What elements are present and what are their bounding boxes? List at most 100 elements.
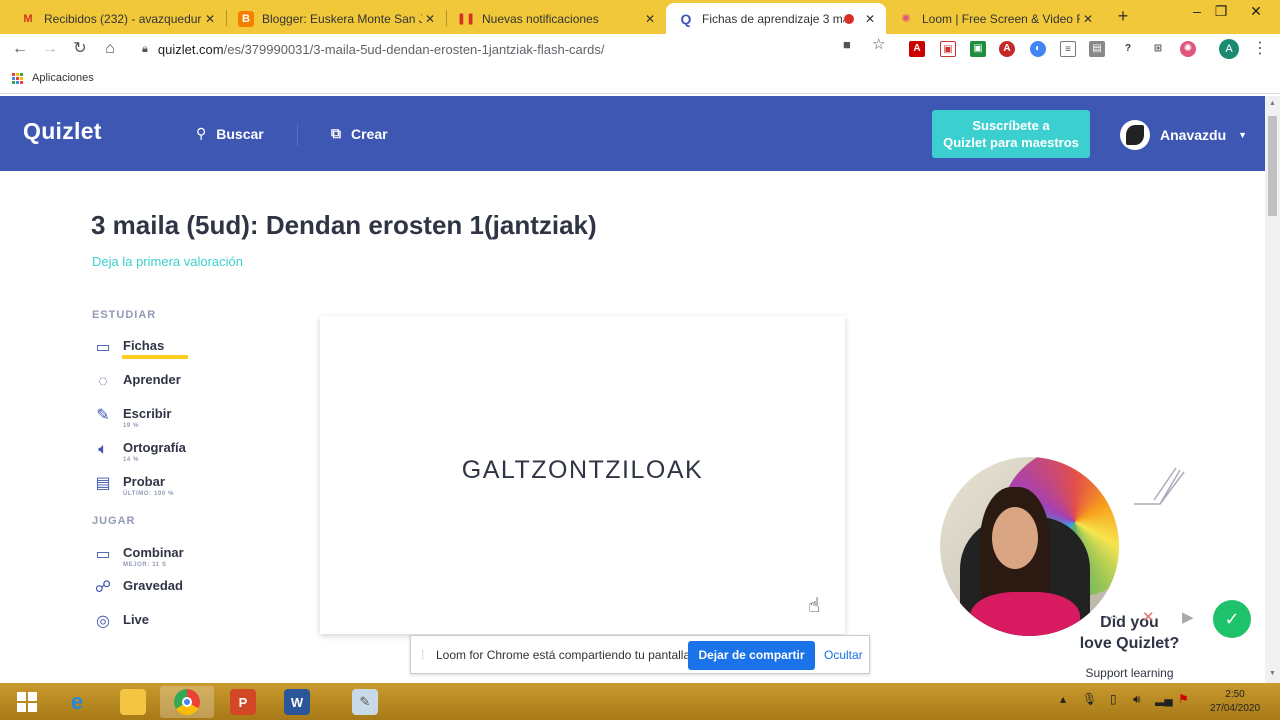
- page-scrollbar[interactable]: ▲ ▼: [1265, 96, 1280, 683]
- powerpoint-icon: P: [230, 689, 256, 715]
- reload-icon[interactable]: ↻: [69, 38, 91, 60]
- create-label: Crear: [351, 125, 388, 142]
- maximize-icon[interactable]: ❐: [1205, 0, 1237, 34]
- close-icon[interactable]: ✕: [1080, 12, 1096, 26]
- loom-finish-icon[interactable]: ✓: [1213, 600, 1251, 638]
- paint-icon: ✎: [352, 689, 378, 715]
- address-bar[interactable]: 🔒︎ quizlet.com/es/379990031/3-maila-5ud-…: [134, 36, 897, 62]
- reader-extension-icon[interactable]: ≡: [1060, 41, 1076, 57]
- write-icon: ✎: [96, 407, 110, 424]
- mode-live[interactable]: ◎ Live: [92, 612, 149, 632]
- close-icon[interactable]: ✕: [642, 12, 658, 26]
- search-label: Buscar: [216, 125, 264, 142]
- volume-icon[interactable]: 🔊︎: [1133, 692, 1141, 707]
- recording-icon: [844, 13, 854, 24]
- tab-title: Loom | Free Screen & Video Rec: [922, 11, 1080, 26]
- tab-title: Fichas de aprendizaje 3 ma: [702, 11, 844, 26]
- subscribe-teachers-button[interactable]: Suscríbete a Quizlet para maestros: [932, 110, 1090, 158]
- security-alert-icon[interactable]: ⚑: [1178, 692, 1189, 706]
- windows-icon: [17, 692, 37, 712]
- active-mode-underline: [122, 355, 188, 359]
- loom-pause-icon[interactable]: ▶: [1182, 608, 1194, 626]
- bookmarks-bar: Aplicaciones: [0, 64, 1280, 94]
- new-tab-icon[interactable]: +: [1112, 6, 1134, 28]
- loom-extension-icon[interactable]: ✺: [1180, 41, 1196, 57]
- taskbar-paint[interactable]: ✎: [338, 686, 392, 718]
- system-clock[interactable]: 2:50 27/04/2020: [1200, 688, 1270, 716]
- mode-test[interactable]: ▤ Probar ÚLTIMO: 100 %: [92, 474, 174, 498]
- avatar: [1120, 120, 1150, 150]
- taskbar-word[interactable]: W: [270, 686, 324, 718]
- tab-title: Recibidos (232) - avazquedur@: [44, 11, 202, 26]
- taskbar-explorer[interactable]: [106, 686, 160, 718]
- mode-gravity[interactable]: ☍ Gravedad: [92, 578, 183, 598]
- hide-button[interactable]: Ocultar: [824, 648, 863, 662]
- screen-share-bar: ⁞ Loom for Chrome está compartiendo tu p…: [410, 635, 870, 674]
- quizlet-logo[interactable]: Quizlet: [23, 118, 102, 145]
- flashcards-icon: ▭: [95, 339, 111, 356]
- tab-blogger[interactable]: B Blogger: Euskera Monte San Juli ✕: [226, 3, 446, 34]
- camera-icon[interactable]: ■: [843, 37, 851, 52]
- close-icon[interactable]: ✕: [862, 12, 878, 26]
- profile-avatar[interactable]: A: [1219, 39, 1239, 59]
- screenshot-extension-icon[interactable]: ▤: [1089, 41, 1105, 57]
- lock-icon: 🔒︎: [142, 42, 148, 55]
- grid-extension-icon[interactable]: ⊞: [1150, 41, 1166, 57]
- acrobat-extension-icon[interactable]: A: [909, 41, 925, 57]
- spell-icon: 🔈︎: [98, 441, 108, 458]
- sync-extension-icon[interactable]: ◐: [1030, 41, 1046, 57]
- abp-extension-icon[interactable]: A: [999, 41, 1015, 57]
- match-icon: ▭: [95, 546, 111, 563]
- start-button[interactable]: [0, 686, 54, 718]
- stop-sharing-button[interactable]: Dejar de compartir: [688, 641, 815, 670]
- rate-link[interactable]: Deja la primera valoración: [92, 254, 243, 269]
- browser-toolbar: ← → ↻ ⌂ 🔒︎ quizlet.com/es/379990031/3-ma…: [0, 34, 1280, 64]
- loom-more-icon[interactable]: ⋯: [1104, 608, 1119, 626]
- learn-icon: ◌: [98, 373, 108, 390]
- tray-expand-icon[interactable]: ▴: [1060, 692, 1066, 706]
- mode-write[interactable]: ✎ Escribir 19 %: [92, 406, 171, 430]
- classroom-extension-icon[interactable]: ▣: [970, 41, 986, 57]
- window-close-icon[interactable]: ✕: [1240, 0, 1272, 34]
- tab-title: Blogger: Euskera Monte San Juli: [262, 11, 422, 26]
- apps-bookmark[interactable]: Aplicaciones: [12, 72, 94, 84]
- gravity-icon: ☍: [94, 579, 112, 596]
- tab-notifications[interactable]: ❚❚ Nuevas notificaciones ✕: [446, 3, 666, 34]
- flashcard[interactable]: GALTZONTZILOAK: [320, 316, 845, 634]
- mode-match[interactable]: ▭ Combinar MEJOR: 11 S: [92, 545, 183, 569]
- tab-gmail[interactable]: M Recibidos (232) - avazquedur@ ✕: [8, 3, 226, 34]
- page-title: 3 maila (5ud): Dendan erosten 1(jantziak…: [91, 210, 597, 240]
- taskbar-ie[interactable]: e: [50, 686, 104, 718]
- taskbar-powerpoint[interactable]: P: [216, 686, 270, 718]
- bookmark-star-icon[interactable]: ☆: [872, 35, 885, 53]
- study-heading: ESTUDIAR: [92, 309, 157, 321]
- apps-icon: [12, 72, 23, 84]
- user-menu[interactable]: Anavazdu ▼: [1120, 120, 1247, 150]
- pocket-extension-icon[interactable]: ▣: [940, 41, 956, 57]
- loom-cancel-icon[interactable]: ✕: [1142, 608, 1155, 626]
- search-button[interactable]: ⚲ Buscar: [196, 125, 264, 142]
- mode-learn[interactable]: ◌ Aprender: [92, 372, 181, 392]
- battery-icon[interactable]: ▯: [1110, 692, 1117, 706]
- menu-icon[interactable]: ⋮: [1252, 38, 1268, 58]
- username: Anavazdu: [1160, 127, 1227, 143]
- tab-loom[interactable]: ✺ Loom | Free Screen & Video Rec ✕: [886, 3, 1104, 34]
- mode-spell[interactable]: 🔈︎ Ortografía 14 %: [92, 440, 186, 464]
- drag-handle-icon[interactable]: ⁞: [421, 648, 424, 662]
- tab-title: Nuevas notificaciones: [482, 11, 599, 26]
- home-icon[interactable]: ⌂: [99, 38, 121, 60]
- test-icon: ▤: [95, 475, 111, 492]
- microphone-icon[interactable]: 🎙︎: [1082, 692, 1097, 706]
- network-icon[interactable]: ▂▄: [1155, 692, 1173, 706]
- create-button[interactable]: ⧉ Crear: [331, 125, 388, 142]
- taskbar-chrome[interactable]: [160, 686, 214, 718]
- help-extension-icon[interactable]: ?: [1120, 41, 1136, 57]
- quizlet-icon: Q: [680, 10, 692, 27]
- back-icon[interactable]: ←: [9, 38, 31, 60]
- close-icon[interactable]: ✕: [422, 12, 438, 26]
- tab-quizlet[interactable]: Q Fichas de aprendizaje 3 ma ✕: [666, 3, 886, 34]
- webcam-bubble[interactable]: [940, 457, 1119, 636]
- close-icon[interactable]: ✕: [202, 12, 218, 26]
- write-progress: 19 %: [123, 423, 140, 429]
- forward-icon[interactable]: →: [39, 38, 61, 60]
